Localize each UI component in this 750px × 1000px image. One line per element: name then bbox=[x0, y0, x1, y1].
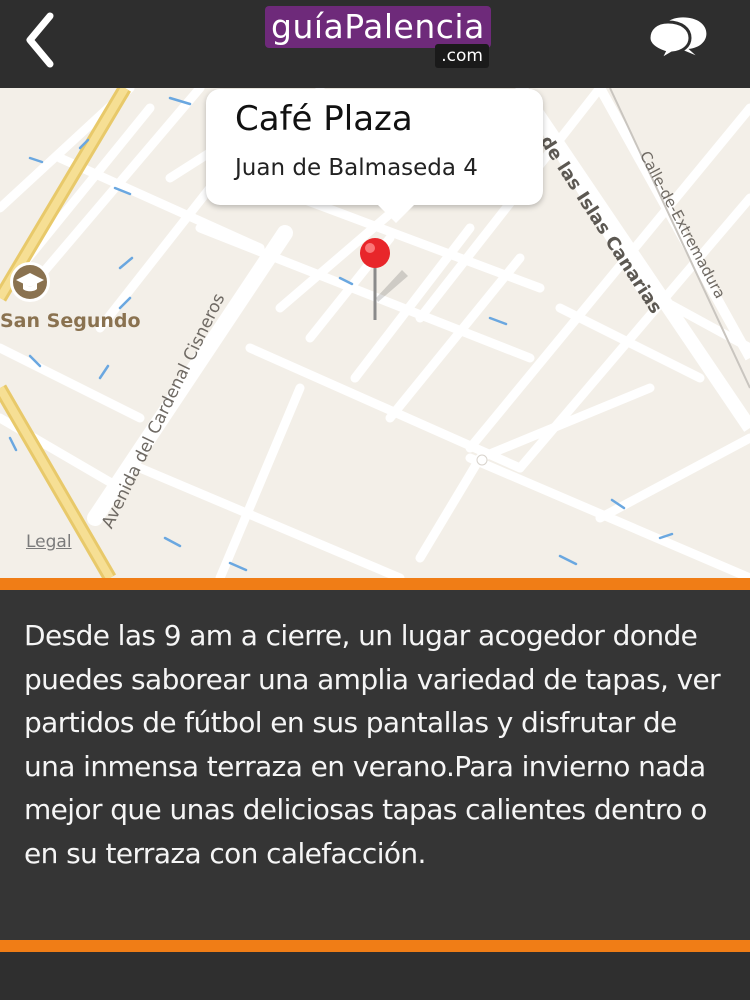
legal-link[interactable]: Legal bbox=[26, 532, 72, 552]
logo-domain: .com bbox=[435, 44, 489, 68]
location-map[interactable]: Avenida del Cardenal Cisneros de las Isl… bbox=[0, 88, 750, 578]
logo-text: guíaPalencia bbox=[265, 6, 491, 48]
place-name: Café Plaza bbox=[235, 99, 413, 139]
location-callout[interactable]: Café Plaza Juan de Balmaseda 4 bbox=[206, 89, 543, 223]
map-pin-icon[interactable] bbox=[354, 236, 408, 326]
graduation-cap-icon[interactable] bbox=[10, 262, 50, 302]
place-address: Juan de Balmaseda 4 bbox=[235, 155, 478, 181]
chevron-left-icon bbox=[26, 12, 54, 68]
site-logo: guíaPalencia .com bbox=[263, 4, 493, 68]
top-bar: guíaPalencia .com bbox=[0, 0, 750, 88]
description-panel: Desde las 9 am a cierre, un lugar acoged… bbox=[0, 590, 750, 940]
description-text: Desde las 9 am a cierre, un lugar acoged… bbox=[24, 619, 721, 870]
comments-button[interactable] bbox=[646, 12, 716, 64]
divider-top bbox=[0, 578, 750, 590]
chat-bubbles-icon bbox=[647, 17, 707, 64]
back-button[interactable] bbox=[12, 8, 72, 72]
poi-label-san-segundo: San Segundo bbox=[0, 310, 141, 332]
divider-bottom bbox=[0, 940, 750, 952]
footer-area bbox=[0, 952, 750, 1000]
